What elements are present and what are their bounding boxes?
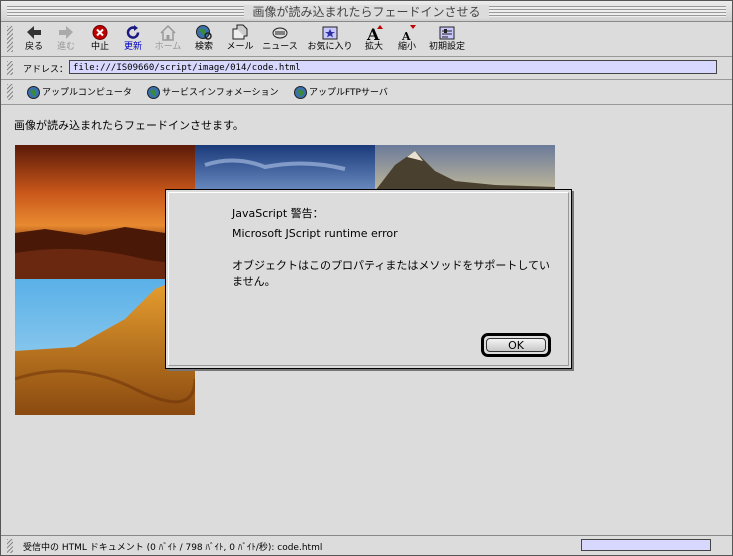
favorites-icon	[322, 26, 338, 40]
status-text: 受信中の HTML ドキュメント (0 ﾊﾞｲﾄ / 798 ﾊﾞｲﾄ, 0 ﾊ…	[23, 543, 323, 553]
preferences-icon	[439, 26, 455, 40]
landscape-photo-sky	[195, 145, 375, 191]
address-bar: アドレス： file:///IS09660/script/image/014/c…	[1, 57, 732, 80]
toolbar-grip[interactable]	[7, 26, 13, 52]
alert-title: JavaScript 警告：	[232, 207, 324, 220]
svg-text:A: A	[366, 25, 380, 41]
link-apple-ftp-server[interactable]: アップルFTPサーバ	[294, 85, 388, 99]
news-icon	[272, 27, 288, 39]
link-service-information[interactable]: サービスインフォメーション	[147, 85, 279, 99]
status-bar: 受信中の HTML ドキュメント (0 ﾊﾞｲﾄ / 798 ﾊﾞｲﾄ, 0 ﾊ…	[1, 535, 732, 556]
title-bar[interactable]: 画像が読み込まれたらフェードインさせる	[1, 1, 732, 22]
address-input[interactable]: file:///IS09660/script/image/014/code.ht…	[69, 60, 717, 74]
text-smaller-button[interactable]: A 縮小	[396, 24, 418, 53]
reload-icon	[126, 25, 140, 39]
globe-icon	[147, 86, 160, 99]
stop-button[interactable]: 中止	[89, 24, 111, 53]
search-button[interactable]: 検索	[193, 24, 215, 53]
alert-message: オブジェクトはこのプロパティまたはメソッドをサポートしていません。	[232, 259, 551, 288]
browser-window: 画像が読み込まれたらフェードインさせる 戻る 進む 中止 更新 ホーム 検索 メ…	[0, 0, 733, 556]
mail-icon	[232, 24, 248, 40]
favorites-button[interactable]: お気に入り	[307, 24, 353, 53]
text-larger-icon: A	[366, 25, 383, 41]
ok-button[interactable]: OK	[481, 333, 551, 357]
links-bar: アップルコンピュータ サービスインフォメーション アップルFTPサーバ	[1, 80, 732, 105]
address-label: アドレス：	[23, 65, 69, 75]
status-bar-grip	[7, 539, 13, 553]
home-icon	[160, 24, 176, 41]
globe-icon	[27, 86, 40, 99]
alert-error: Microsoft JScript runtime error	[232, 227, 398, 240]
address-bar-grip[interactable]	[7, 61, 13, 75]
stop-icon	[92, 25, 108, 40]
javascript-alert-dialog: JavaScript 警告： Microsoft JScript runtime…	[165, 189, 572, 369]
progress-bar	[581, 539, 711, 551]
ok-button-label: OK	[486, 338, 546, 352]
landscape-photo-mountain	[375, 145, 555, 191]
text-smaller-icon: A	[401, 25, 416, 41]
forward-button[interactable]: 進む	[55, 24, 77, 53]
page-heading: 画像が読み込まれたらフェードインさせます。	[14, 119, 244, 132]
back-arrow-icon	[27, 26, 41, 39]
svg-text:A: A	[401, 30, 411, 41]
link-apple-computer[interactable]: アップルコンピュータ	[27, 85, 132, 99]
mail-button[interactable]: メール	[225, 24, 255, 53]
text-larger-button[interactable]: A 拡大	[363, 24, 385, 53]
news-button[interactable]: ニュース	[262, 24, 298, 53]
preferences-button[interactable]: 初期設定	[425, 24, 469, 53]
toolbar: 戻る 進む 中止 更新 ホーム 検索 メール ニュース お気に入り A 拡大 A…	[1, 22, 732, 57]
links-bar-grip[interactable]	[7, 84, 13, 100]
window-title: 画像が読み込まれたらフェードインさせる	[244, 5, 489, 19]
globe-icon	[294, 86, 307, 99]
back-button[interactable]: 戻る	[23, 24, 45, 53]
forward-arrow-icon	[59, 26, 73, 39]
search-globe-icon	[196, 25, 212, 40]
reload-button[interactable]: 更新	[122, 24, 144, 53]
home-button[interactable]: ホーム	[153, 24, 183, 53]
